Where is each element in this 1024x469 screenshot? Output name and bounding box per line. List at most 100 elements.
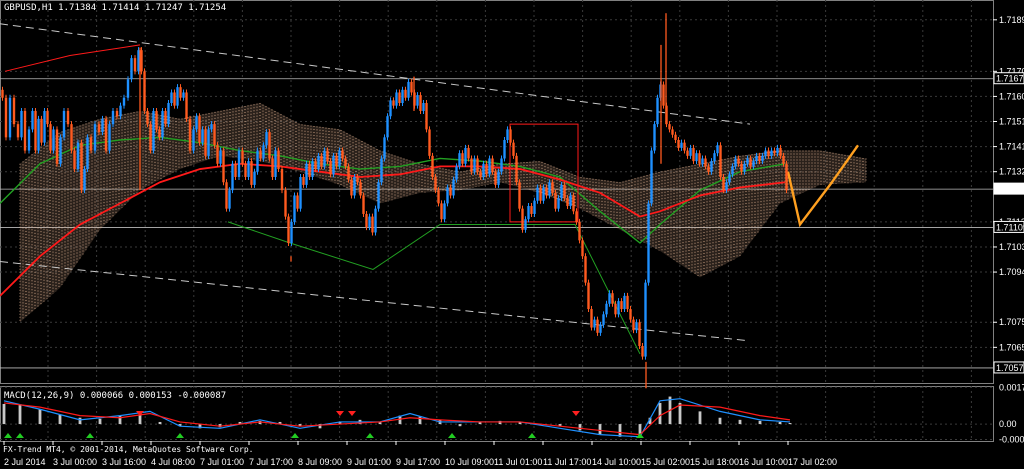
candle-body[interactable] <box>572 195 575 212</box>
candle-body[interactable] <box>464 147 467 164</box>
candle-body[interactable] <box>770 150 773 156</box>
candle-body[interactable] <box>62 110 66 138</box>
candle-body[interactable] <box>241 150 244 164</box>
candle-body[interactable] <box>734 158 737 167</box>
candle-body[interactable] <box>506 129 509 140</box>
candle-body[interactable] <box>401 89 404 104</box>
candle-body[interactable] <box>446 187 449 204</box>
candle-body[interactable] <box>695 153 698 162</box>
candle-body[interactable] <box>431 155 434 177</box>
candle-body[interactable] <box>149 124 152 151</box>
candle-body[interactable] <box>494 171 497 185</box>
candle-body[interactable] <box>268 132 271 159</box>
candle-body[interactable] <box>455 166 458 180</box>
candle-body[interactable] <box>213 124 216 146</box>
candle-body[interactable] <box>443 203 446 220</box>
candle-body[interactable] <box>491 158 494 172</box>
candle-body[interactable] <box>509 129 512 143</box>
candle-body[interactable] <box>488 158 491 175</box>
candle-body[interactable] <box>225 182 228 209</box>
candle-body[interactable] <box>557 198 560 209</box>
candle-body[interactable] <box>377 182 380 209</box>
candle-body[interactable] <box>188 118 192 151</box>
candle-body[interactable] <box>632 319 635 331</box>
candle-body[interactable] <box>752 161 755 167</box>
candle-body[interactable] <box>52 129 55 151</box>
candle-body[interactable] <box>368 216 371 228</box>
candle-body[interactable] <box>259 150 262 159</box>
candle-body[interactable] <box>764 150 767 156</box>
candle-body[interactable] <box>692 147 695 162</box>
candle-body[interactable] <box>584 256 587 283</box>
candle-body[interactable] <box>12 97 16 125</box>
candle-body[interactable] <box>629 309 632 320</box>
candle-body[interactable] <box>476 158 479 172</box>
candle-body[interactable] <box>185 92 188 119</box>
candle-body[interactable] <box>126 79 130 98</box>
candle-body[interactable] <box>198 116 201 143</box>
candle-body[interactable] <box>314 161 317 170</box>
candle-body[interactable] <box>473 158 476 172</box>
candle-body[interactable] <box>222 150 225 183</box>
candle-body[interactable] <box>389 100 392 117</box>
candle-body[interactable] <box>76 142 80 170</box>
candle-body[interactable] <box>280 169 284 191</box>
candle-body[interactable] <box>23 110 27 151</box>
candle-body[interactable] <box>55 129 59 164</box>
candle-body[interactable] <box>575 211 578 222</box>
candle-body[interactable] <box>4 97 8 138</box>
candle-body[interactable] <box>548 182 551 196</box>
candle-body[interactable] <box>201 129 204 143</box>
candle-body[interactable] <box>1 89 4 98</box>
candle-body[interactable] <box>290 221 293 244</box>
candle-body[interactable] <box>425 103 428 130</box>
candle-body[interactable] <box>182 92 185 98</box>
candle-body[interactable] <box>311 161 314 177</box>
candle-body[interactable] <box>587 282 590 310</box>
candle-body[interactable] <box>59 137 62 164</box>
candle-body[interactable] <box>611 293 614 304</box>
candle-body[interactable] <box>34 110 37 151</box>
candle-body[interactable] <box>317 155 320 170</box>
candle-body[interactable] <box>533 200 536 214</box>
candle-body[interactable] <box>518 182 521 209</box>
candle-body[interactable] <box>80 142 83 191</box>
candle-body[interactable] <box>86 137 89 170</box>
candle-body[interactable] <box>638 322 641 347</box>
candle-body[interactable] <box>43 110 46 143</box>
candle-body[interactable] <box>422 103 425 111</box>
candle-body[interactable] <box>689 147 692 156</box>
candle-body[interactable] <box>671 129 674 135</box>
candle-body[interactable] <box>551 182 554 193</box>
candle-body[interactable] <box>143 71 146 111</box>
candle-body[interactable] <box>380 158 383 183</box>
candle-body[interactable] <box>746 158 749 164</box>
candle-body[interactable] <box>332 155 335 175</box>
candle-body[interactable] <box>119 105 122 117</box>
candle-body[interactable] <box>383 137 386 159</box>
candle-body[interactable] <box>104 118 108 151</box>
candle-body[interactable] <box>470 158 473 172</box>
candle-body[interactable] <box>680 142 683 148</box>
candle-body[interactable] <box>371 216 374 233</box>
candle-body[interactable] <box>140 50 143 72</box>
candle-body[interactable] <box>503 139 506 159</box>
candle-body[interactable] <box>97 124 101 133</box>
candle-body[interactable] <box>253 171 256 185</box>
candle-body[interactable] <box>779 147 782 156</box>
candle-body[interactable] <box>299 176 302 209</box>
candle-body[interactable] <box>656 97 659 125</box>
candle-body[interactable] <box>356 176 359 183</box>
candle-body[interactable] <box>668 124 671 130</box>
candle-body[interactable] <box>284 190 287 217</box>
candle-body[interactable] <box>677 139 680 148</box>
candle-body[interactable] <box>398 92 401 104</box>
candle-body[interactable] <box>521 208 524 230</box>
candle-body[interactable] <box>89 137 93 151</box>
candle-body[interactable] <box>599 324 602 333</box>
candle-body[interactable] <box>277 150 280 170</box>
candle-body[interactable] <box>341 150 344 159</box>
candle-body[interactable] <box>293 195 296 222</box>
candle-body[interactable] <box>40 118 43 143</box>
candle-body[interactable] <box>374 208 377 233</box>
